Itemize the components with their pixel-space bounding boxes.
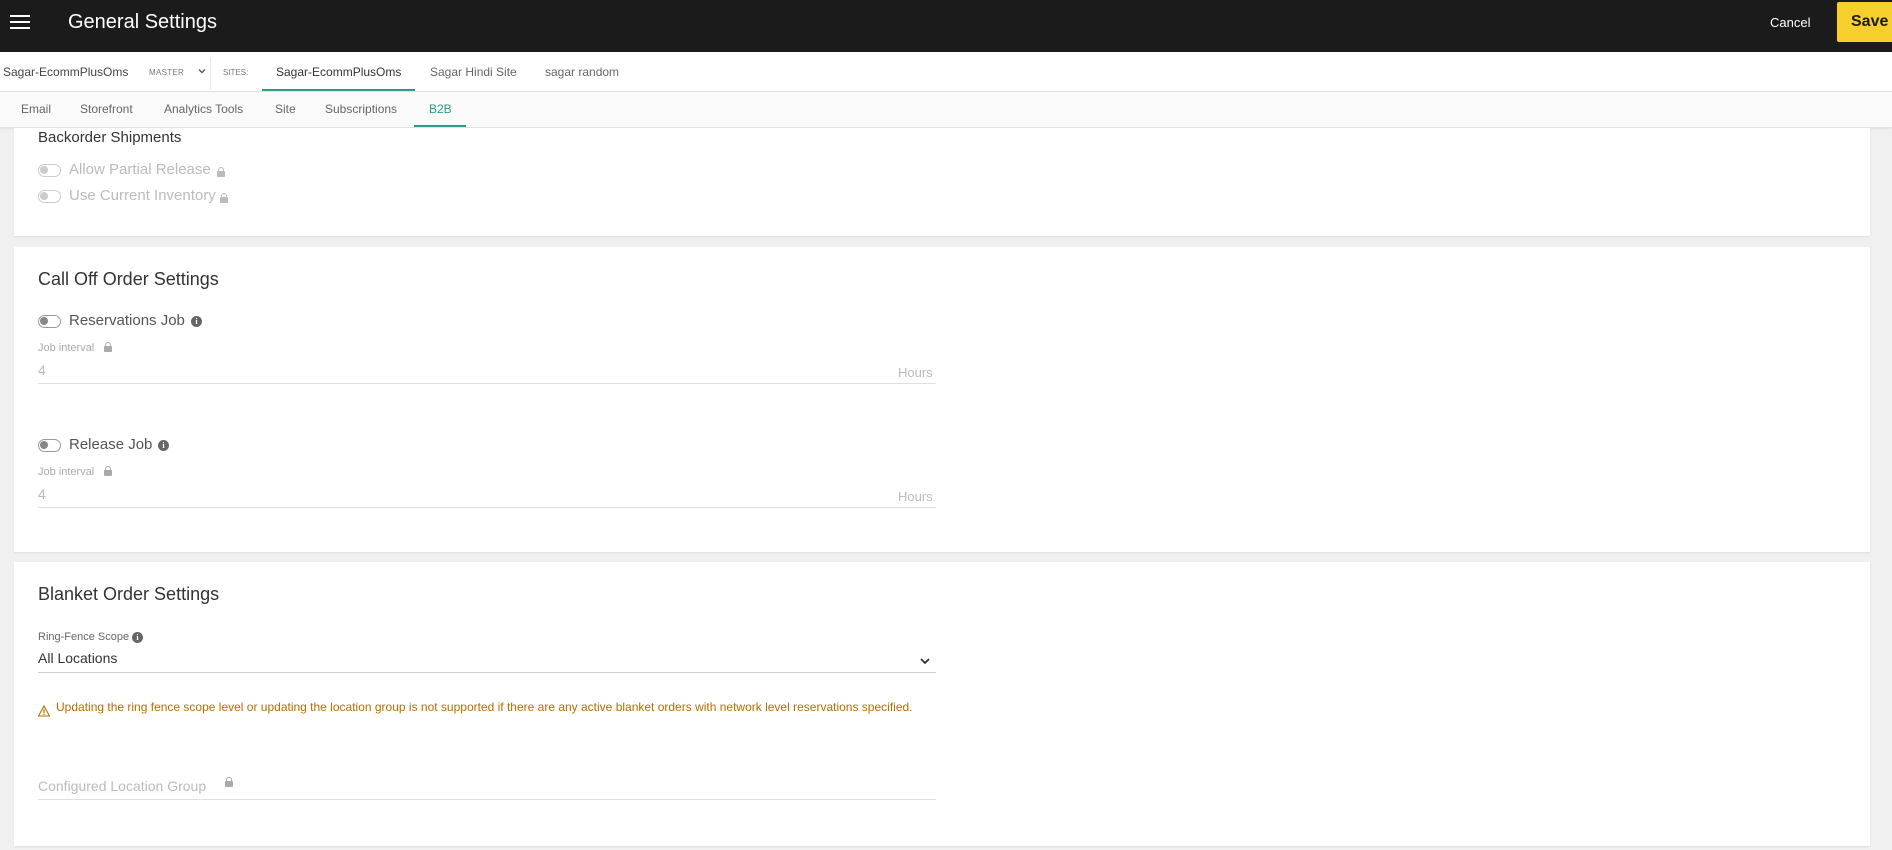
ring-fence-scope-label: Ring-Fence Scope <box>38 631 130 643</box>
blanket-order-settings-title: Blanket Order Settings <box>38 584 220 604</box>
reservations-job-interval-unit: Hours <box>898 365 933 380</box>
info-icon[interactable]: i <box>132 632 143 643</box>
lock-icon <box>217 167 225 177</box>
master-badge: MASTER <box>149 68 185 77</box>
active-tab-indicator <box>414 125 466 127</box>
ring-fence-scope-select[interactable] <box>38 646 936 668</box>
site-bar: Sagar-EcommPlusOms MASTER SITES: Sagar-E… <box>0 52 1892 92</box>
backorder-shipments-card: Backorder Shipments Allow Partial Releas… <box>14 128 1870 236</box>
save-button[interactable]: Save <box>1837 2 1892 42</box>
tab-subscriptions[interactable]: Subscriptions <box>325 102 397 116</box>
backorder-shipments-title: Backorder Shipments <box>38 129 182 146</box>
site-tab-sagar-ecommplusoms[interactable]: Sagar-EcommPlusOms <box>276 65 401 79</box>
info-icon[interactable]: i <box>191 316 202 327</box>
ring-fence-warning-text: Updating the ring fence scope level or u… <box>56 700 913 714</box>
allow-partial-release-toggle[interactable] <box>38 164 61 177</box>
call-off-order-settings-title: Call Off Order Settings <box>38 269 219 289</box>
field-underline <box>38 383 936 384</box>
lock-icon <box>104 466 112 476</box>
lock-icon <box>225 777 233 787</box>
reservations-job-label: Reservations Job <box>69 312 185 329</box>
allow-partial-release-label: Allow Partial Release <box>69 161 211 178</box>
reservations-job-interval-input[interactable] <box>38 359 936 381</box>
settings-tab-bar: Email Storefront Analytics Tools Site Su… <box>0 92 1892 128</box>
release-job-interval-value: 4 <box>38 486 46 502</box>
chevron-down-icon[interactable] <box>918 654 932 668</box>
use-current-inventory-toggle[interactable] <box>38 190 61 203</box>
call-off-order-settings-card: Call Off Order Settings Reservations Job… <box>14 247 1870 552</box>
chevron-down-icon[interactable] <box>196 65 208 77</box>
blanket-order-settings-card: Blanket Order Settings Ring-Fence Scope … <box>14 562 1870 846</box>
tab-analytics-tools[interactable]: Analytics Tools <box>164 102 243 116</box>
reservations-job-interval-value: 4 <box>38 362 46 378</box>
site-tab-sagar-hindi-site[interactable]: Sagar Hindi Site <box>430 65 517 79</box>
lock-icon <box>220 193 228 203</box>
reservations-job-toggle[interactable] <box>38 315 61 328</box>
tenant-name: Sagar-EcommPlusOms <box>3 65 129 79</box>
page-title: General Settings <box>68 11 217 33</box>
ring-fence-scope-value: All Locations <box>38 650 118 666</box>
release-job-interval-label: Job interval <box>38 466 95 478</box>
active-site-indicator <box>262 89 415 91</box>
release-job-interval-unit: Hours <box>898 489 933 504</box>
release-job-interval-input[interactable] <box>38 483 936 505</box>
field-underline <box>38 507 936 508</box>
info-icon[interactable]: i <box>158 440 169 451</box>
divider <box>210 57 211 89</box>
warning-icon <box>38 705 50 717</box>
site-tab-sagar-random[interactable]: sagar random <box>545 65 619 79</box>
cancel-button[interactable]: Cancel <box>1770 12 1810 32</box>
field-underline <box>38 799 936 800</box>
configured-location-group-label: Configured Location Group <box>38 778 207 794</box>
tab-email[interactable]: Email <box>21 102 51 116</box>
tab-site[interactable]: Site <box>275 102 296 116</box>
sites-label: SITES: <box>223 68 249 77</box>
use-current-inventory-label: Use Current Inventory <box>69 187 216 204</box>
reservations-job-interval-label: Job interval <box>38 342 95 354</box>
top-bar: General Settings Cancel Save <box>0 0 1892 52</box>
field-underline <box>38 672 936 673</box>
release-job-label: Release Job <box>69 436 153 453</box>
lock-icon <box>104 342 112 352</box>
tab-b2b[interactable]: B2B <box>429 102 452 116</box>
release-job-toggle[interactable] <box>38 439 61 452</box>
menu-icon[interactable] <box>10 13 32 31</box>
tab-storefront[interactable]: Storefront <box>80 102 133 116</box>
